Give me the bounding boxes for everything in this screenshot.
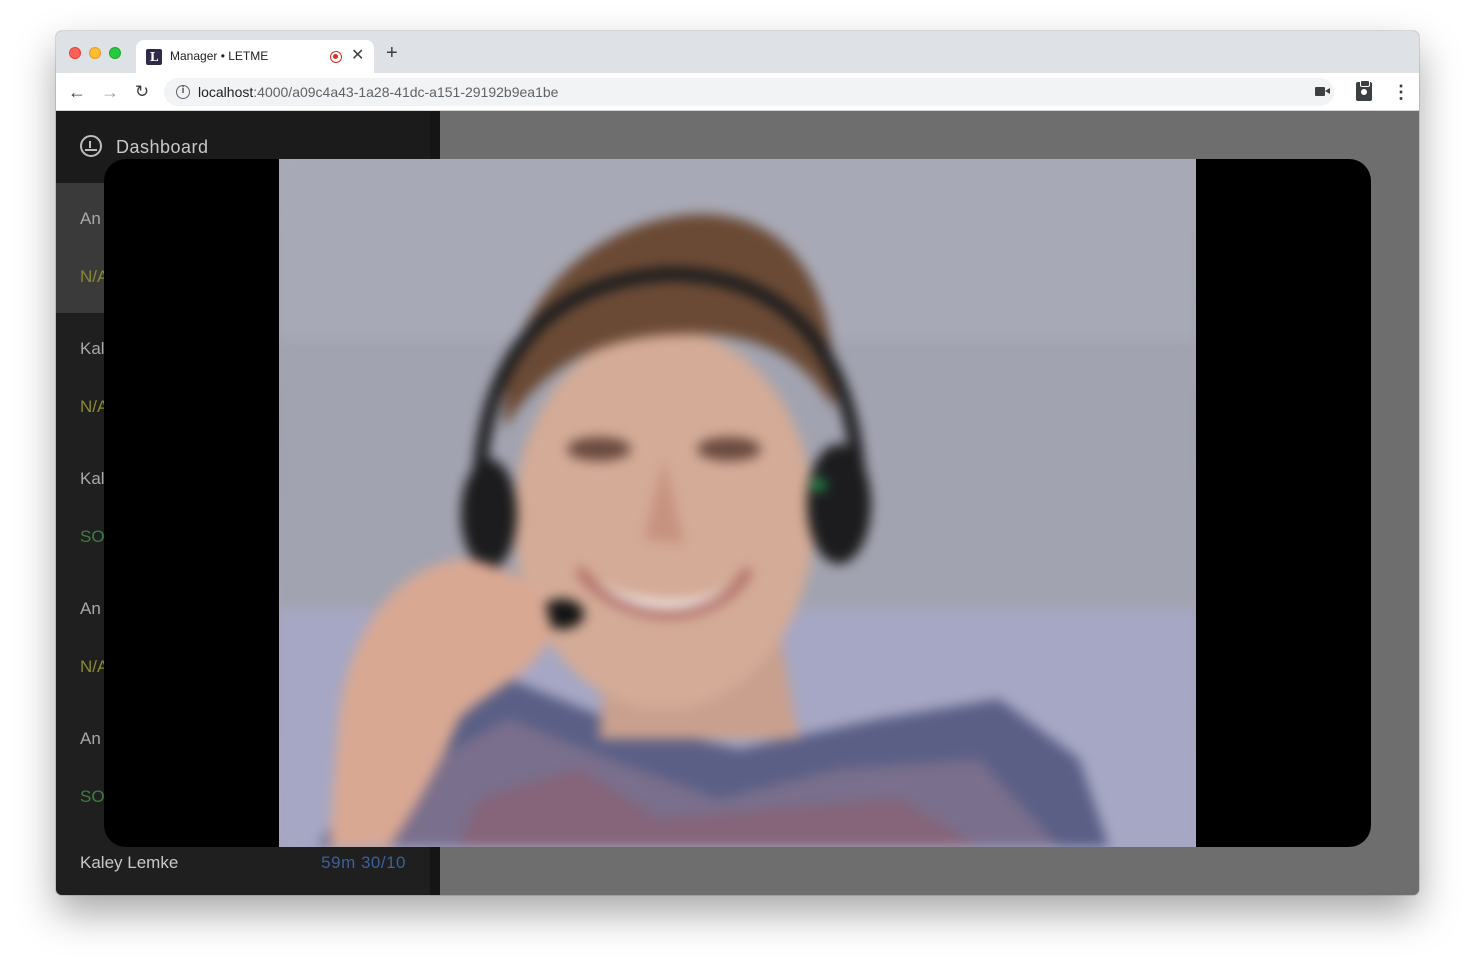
url-text: localhost:4000/a09c4a43-1a28-41dc-a151-2… bbox=[198, 84, 558, 100]
video-feed[interactable] bbox=[279, 159, 1196, 847]
back-button[interactable]: ← bbox=[66, 81, 88, 103]
recording-icon bbox=[330, 51, 342, 63]
clipboard-extension-icon[interactable] bbox=[1356, 80, 1372, 101]
reload-button[interactable]: ↻ bbox=[131, 81, 153, 103]
agent-name: Kal bbox=[80, 339, 105, 358]
agent-status: SO bbox=[80, 787, 105, 806]
video-modal[interactable] bbox=[104, 159, 1371, 847]
tab-manager[interactable]: L Manager • LETME ✕ bbox=[136, 40, 374, 73]
agent-name: An bbox=[80, 599, 101, 618]
favicon-icon: L bbox=[146, 49, 162, 65]
url-host: localhost bbox=[198, 84, 254, 100]
url-path: :4000/a09c4a43-1a28-41dc-a151-29192b9ea1… bbox=[253, 84, 559, 100]
dashboard-icon bbox=[80, 135, 102, 157]
camera-in-use-icon[interactable] bbox=[1315, 87, 1330, 96]
browser-window: L Manager • LETME ✕ + ← → ↻ i localhost:… bbox=[56, 31, 1419, 895]
agent-name: An bbox=[80, 209, 101, 228]
agent-status: SO bbox=[80, 527, 105, 546]
agent-name: Kal bbox=[80, 469, 105, 488]
forward-button[interactable]: → bbox=[99, 81, 121, 103]
browser-toolbar: ← → ↻ i localhost:4000/a09c4a43-1a28-41d… bbox=[56, 73, 1419, 111]
tab-strip: L Manager • LETME ✕ + bbox=[56, 31, 1419, 73]
tab-title: Manager • LETME bbox=[170, 49, 269, 63]
close-tab-icon[interactable]: ✕ bbox=[351, 46, 364, 66]
video-frame-illustration bbox=[279, 159, 1196, 847]
close-window-button[interactable] bbox=[69, 47, 81, 59]
maximize-window-button[interactable] bbox=[109, 47, 121, 59]
new-tab-button[interactable]: + bbox=[386, 43, 398, 63]
menu-kebab-icon[interactable]: ⋮ bbox=[1392, 81, 1410, 103]
agent-time-stats: 59m 30/10 bbox=[321, 853, 406, 872]
agent-name: An bbox=[80, 729, 101, 748]
info-icon[interactable]: i bbox=[176, 85, 190, 99]
address-bar[interactable]: i localhost:4000/a09c4a43-1a28-41dc-a151… bbox=[164, 78, 1334, 106]
dashboard-label: Dashboard bbox=[116, 137, 209, 157]
minimize-window-button[interactable] bbox=[89, 47, 101, 59]
agent-name: Kaley Lemke bbox=[80, 853, 179, 872]
